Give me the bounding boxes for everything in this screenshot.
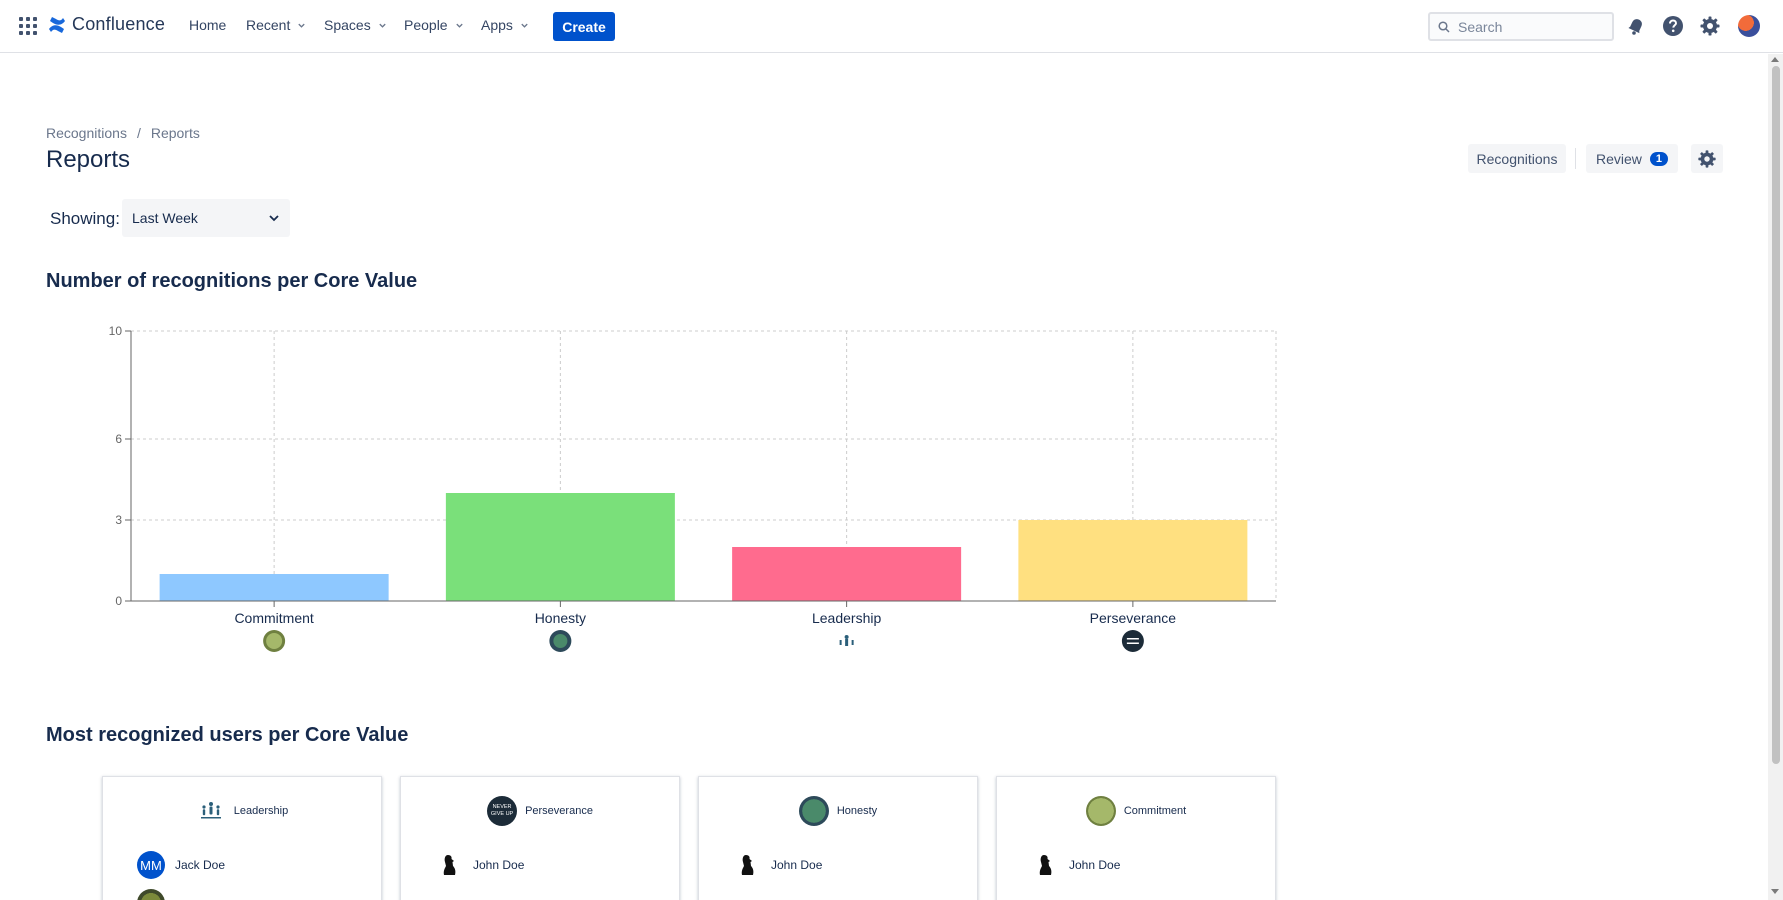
leadership-icon-left (839, 640, 842, 645)
recognized-user-row[interactable]: MM Jack Doe (137, 851, 225, 879)
bar-perseverance (1018, 520, 1248, 601)
x-tick-label: Honesty (535, 610, 586, 626)
chevron-down-icon (455, 23, 463, 28)
chevron-down-icon (521, 23, 528, 28)
bar-commitment (159, 574, 389, 601)
core-value-card-commitment: Commitment John Doe (996, 776, 1276, 900)
search-icon (1438, 20, 1450, 33)
chart-section-title: Number of recognitions per Core Value (46, 270, 418, 292)
recognized-user-row[interactable]: John Doe (733, 851, 822, 879)
card-core-value-label: Perseverance (525, 805, 593, 817)
scrollbar-thumb[interactable] (1772, 66, 1780, 764)
silhouette-avatar-icon (1031, 851, 1059, 879)
confluence-logo-icon (49, 16, 65, 33)
user-name: Jack Doe (175, 858, 226, 872)
nav-spaces[interactable]: Spaces (324, 17, 387, 33)
card-core-value-label: Leadership (233, 805, 289, 817)
user-name: John Doe (473, 858, 525, 872)
user-name: John Doe (771, 858, 823, 872)
review-button-label: Review (1595, 150, 1642, 167)
toolbar-divider (1575, 148, 1576, 169)
recognitions-button[interactable]: Recognitions (1468, 144, 1566, 173)
nav-recent-label: Recent (246, 17, 291, 33)
x-tick-label: Commitment (234, 610, 313, 626)
recognized-user-row[interactable]: John Doe (1031, 851, 1120, 879)
nav-apps[interactable]: Apps (481, 17, 529, 33)
confluence-logo[interactable]: Confluence (48, 14, 165, 35)
y-tick-label: 3 (115, 513, 122, 527)
leadership-icon-right (851, 640, 854, 645)
breadcrumb-reports[interactable]: Reports (151, 125, 200, 141)
users-section-title: Most recognized users per Core Value (46, 724, 409, 746)
chevron-down-icon (379, 23, 386, 28)
page-scrollbar[interactable] (1768, 54, 1783, 900)
honesty-icon (798, 796, 829, 826)
honesty-icon-inner (553, 634, 568, 648)
commitment-icon-inner (266, 633, 283, 649)
avatar (137, 889, 165, 900)
nav-home[interactable]: Home (189, 17, 226, 33)
y-tick-label: 10 (109, 324, 123, 338)
perseverance-icon-line-2: GIVE UP (490, 811, 514, 817)
core-value-card-leadership: Leadership MM Jack Doe (102, 776, 382, 900)
recognitions-bar-chart: 0 3 6 10 Commitment Honesty Leadership Persever… (109, 324, 1277, 652)
bar-leadership (732, 547, 962, 601)
recognized-user-row[interactable]: John Doe (435, 851, 524, 879)
nav-people[interactable]: People (404, 17, 464, 33)
user-avatar[interactable] (1738, 15, 1760, 37)
nav-apps-label: Apps (481, 17, 513, 33)
perseverance-icon-line (1126, 638, 1139, 640)
period-select[interactable]: Last Week (122, 199, 290, 237)
leadership-icon (844, 635, 849, 639)
perseverance-icon: NEVER GIVE UP (487, 796, 518, 826)
top-navigation: Confluence Home Recent Spaces People App… (0, 0, 1783, 53)
bar-honesty (445, 493, 675, 601)
chevron-down-icon (298, 23, 306, 28)
user-name: John Doe (1069, 858, 1121, 872)
perseverance-icon (1121, 630, 1144, 652)
review-button[interactable]: Review 1 (1586, 144, 1678, 173)
scroll-up-arrow-icon[interactable] (1771, 57, 1779, 62)
nav-recent[interactable]: Recent (246, 17, 306, 33)
card-core-value-label: Honesty (836, 805, 878, 817)
notifications-bell-icon[interactable] (1625, 15, 1647, 37)
core-value-card-perseverance: NEVER GIVE UP Perseverance John Doe (400, 776, 680, 900)
review-count-badge: 1 (1649, 151, 1669, 166)
nav-spaces-label: Spaces (324, 17, 371, 33)
perseverance-icon-line (1126, 642, 1139, 644)
showing-label: Showing: (50, 209, 120, 228)
nav-home-label: Home (189, 17, 227, 33)
settings-gear-icon[interactable] (1699, 15, 1721, 37)
breadcrumb-recognitions[interactable]: Recognitions (46, 125, 127, 141)
card-core-value-label: Commitment (1123, 805, 1187, 817)
leadership-icon (196, 796, 226, 826)
breadcrumb-separator: / (136, 125, 141, 141)
app-switcher-icon[interactable] (19, 17, 37, 35)
period-select-value: Last Week (132, 210, 198, 226)
y-tick-label: 0 (115, 594, 122, 608)
chevron-down-icon (269, 215, 279, 222)
silhouette-avatar-icon (435, 851, 463, 879)
core-value-card-honesty: Honesty John Doe (698, 776, 978, 900)
leadership-icon-body (845, 639, 849, 646)
create-button[interactable]: Create (553, 12, 615, 41)
silhouette-avatar-icon (733, 851, 761, 879)
help-icon[interactable] (1662, 15, 1684, 37)
breadcrumb: Recognitions / Reports (46, 125, 200, 141)
search-box[interactable] (1428, 12, 1614, 41)
y-tick-label: 6 (115, 432, 122, 446)
x-tick-label: Perseverance (1090, 610, 1177, 626)
search-input[interactable] (1458, 18, 1608, 35)
nav-people-label: People (404, 17, 448, 33)
page-title: Reports (46, 146, 131, 173)
avatar: MM (137, 851, 165, 879)
logo-text: Confluence (72, 14, 166, 34)
settings-gear-icon (1698, 149, 1716, 168)
commitment-icon (1085, 796, 1116, 826)
x-tick-label: Leadership (812, 610, 881, 626)
scroll-down-arrow-icon[interactable] (1771, 889, 1779, 894)
report-settings-button[interactable] (1691, 144, 1723, 173)
perseverance-icon-line-1: NEVER (492, 804, 512, 810)
